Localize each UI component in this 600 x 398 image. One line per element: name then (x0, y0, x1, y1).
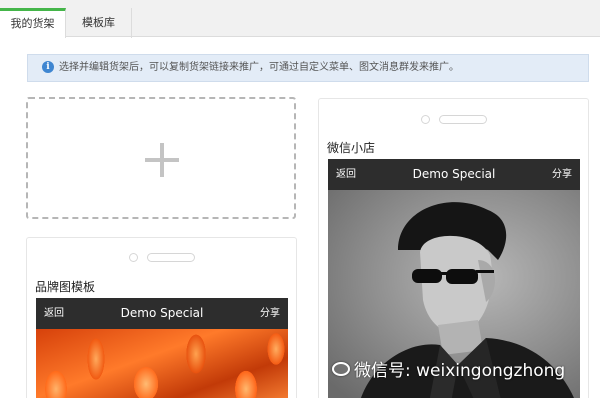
wechat-icon (332, 362, 350, 376)
tab-template-library[interactable]: 模板库 (66, 8, 132, 38)
phone-speaker-icon (147, 253, 195, 262)
template-card-wechat-store[interactable]: 微信小店 返回 Demo Special 分享 (318, 98, 589, 398)
phone-title: Demo Special (120, 306, 204, 320)
plus-icon-vertical (160, 143, 164, 177)
flower-image (36, 329, 288, 398)
template-card-brand[interactable]: 品牌图模板 返回 Demo Special 分享 (26, 237, 297, 398)
template-title: 微信小店 (327, 141, 376, 155)
info-notice: i 选择并编辑货架后，可以复制货架链接来推广，可通过自定义菜单、图文消息群发来推广… (27, 54, 589, 82)
phone-header: 返回 Demo Special 分享 (328, 159, 580, 190)
add-shelf-button[interactable] (26, 97, 296, 219)
phone-header: 返回 Demo Special 分享 (36, 298, 288, 329)
notice-text: 选择并编辑货架后，可以复制货架链接来推广，可通过自定义菜单、图文消息群发来推广。 (59, 62, 459, 73)
watermark: 微信号: weixingongzhong (332, 358, 565, 384)
phone-camera-icon (421, 115, 430, 124)
template-title: 品牌图模板 (35, 280, 96, 294)
share-label: 分享 (260, 308, 280, 319)
info-icon: i (42, 61, 54, 73)
phone-speaker-icon (439, 115, 487, 124)
phone-camera-icon (129, 253, 138, 262)
phone-title: Demo Special (412, 167, 496, 181)
tab-bar: 我的货架 模板库 (0, 0, 600, 38)
watermark-text: 微信号: weixingongzhong (354, 361, 566, 381)
share-label: 分享 (552, 169, 572, 180)
tab-my-shelves[interactable]: 我的货架 (0, 8, 66, 38)
